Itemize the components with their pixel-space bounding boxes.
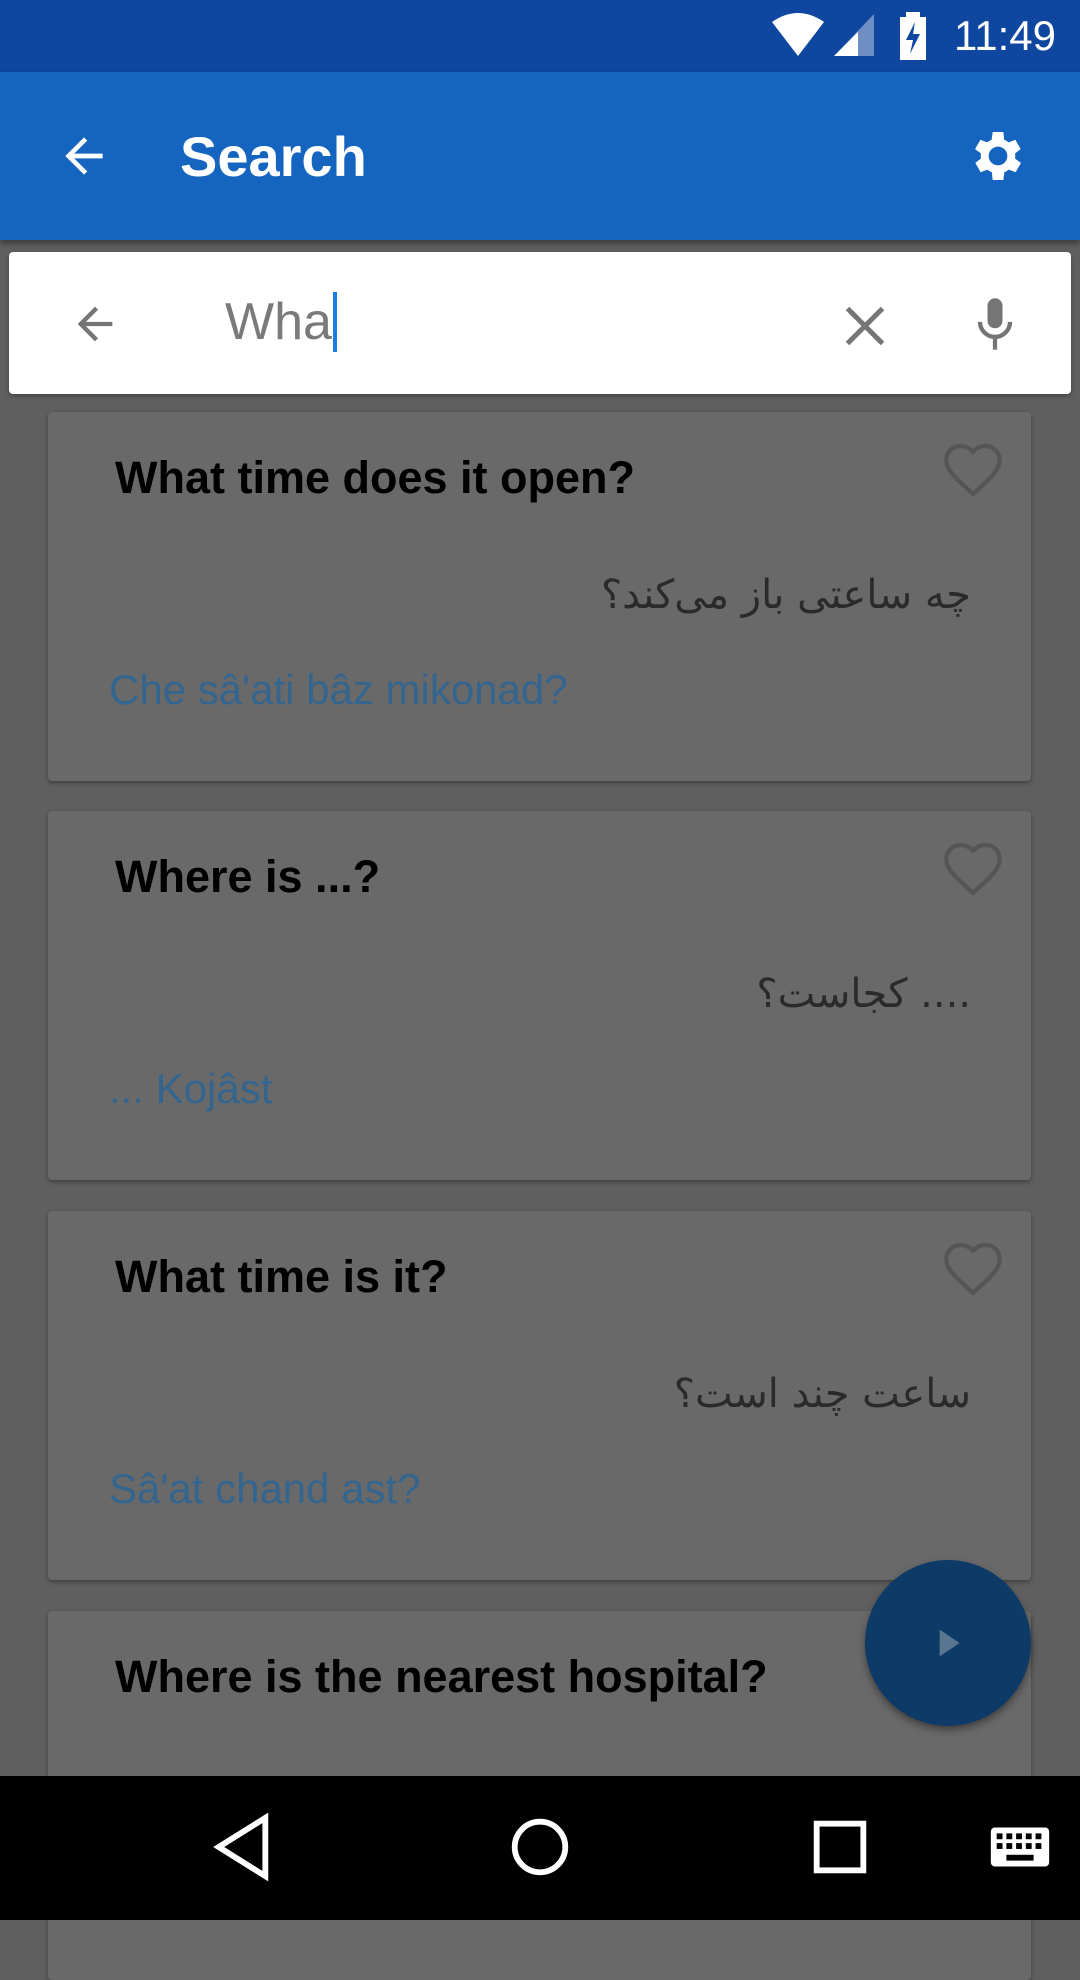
arrow-back-icon[interactable] <box>69 298 121 350</box>
battery-charging-icon <box>900 12 926 60</box>
gear-icon[interactable] <box>966 124 1030 188</box>
navigation-bar <box>0 1776 1080 1920</box>
play-icon <box>939 1629 960 1657</box>
phrase-english: Where is ...? <box>115 851 381 902</box>
mic-icon[interactable] <box>969 294 1021 354</box>
list-item[interactable]: What time does it open? چه ساعتی باز می‌… <box>48 412 1031 781</box>
phrase-english: Where is the nearest hospital? <box>115 1651 768 1702</box>
phrase-transliteration: ... Kojâst <box>109 1065 273 1112</box>
wifi-icon <box>772 13 824 56</box>
close-icon[interactable] <box>835 296 895 356</box>
play-button[interactable] <box>865 1560 1031 1726</box>
phrase-transliteration: Sâ'at chand ast? <box>109 1465 421 1512</box>
heart-icon[interactable] <box>941 440 1005 500</box>
phrase-transliteration: Che sâ'ati bâz mikonad? <box>109 666 568 713</box>
clock: 11:49 <box>954 12 1056 59</box>
phrase-persian: .... کجاست؟ <box>756 971 971 1017</box>
page-title: Search <box>180 125 367 188</box>
search-bar: Wha <box>9 252 1071 394</box>
signal-icon <box>834 14 874 56</box>
phrase-english: What time does it open? <box>115 452 636 503</box>
home-circle-icon[interactable] <box>508 1812 572 1882</box>
arrow-back-icon[interactable] <box>56 128 112 184</box>
heart-icon[interactable] <box>941 1239 1005 1299</box>
list-item[interactable]: What time is it? ساعت چند است؟ Sâ'at cha… <box>48 1211 1031 1580</box>
phrase-english: What time is it? <box>115 1251 448 1302</box>
status-bar: 11:49 <box>0 0 1080 72</box>
back-triangle-icon[interactable] <box>210 1812 274 1882</box>
search-input[interactable]: Wha <box>225 292 337 352</box>
phrase-persian: چه ساعتی باز می‌کند؟ <box>600 572 971 618</box>
app-bar: Search <box>0 72 1080 240</box>
keyboard-icon[interactable] <box>988 1812 1052 1882</box>
phrase-persian: ساعت چند است؟ <box>673 1371 971 1417</box>
recents-square-icon[interactable] <box>808 1812 872 1882</box>
heart-icon[interactable] <box>941 839 1005 899</box>
list-item[interactable]: Where is ...? .... کجاست؟ ... Kojâst <box>48 811 1031 1180</box>
